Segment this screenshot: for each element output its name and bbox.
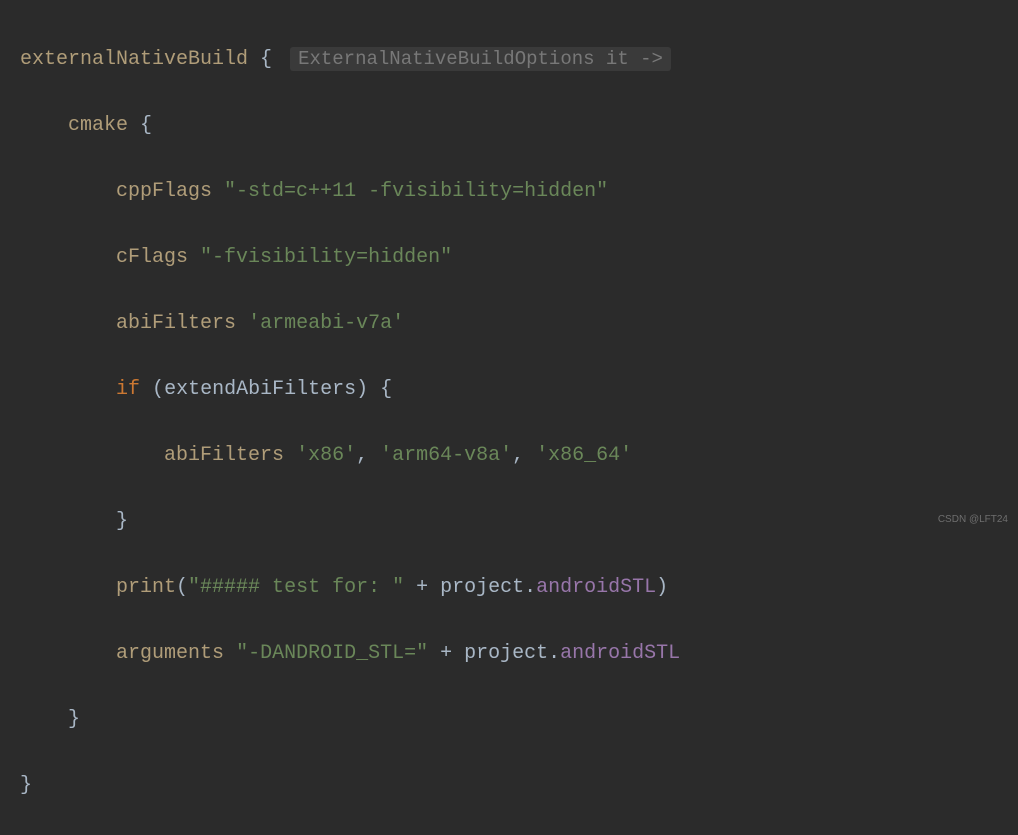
code-line-12: } [20,769,998,802]
code-line-4: cFlags "-fvisibility=hidden" [20,241,998,274]
comma: , [512,444,536,467]
string-literal: "-fvisibility=hidden" [200,246,452,269]
code-editor[interactable]: externalNativeBuild { ExternalNativeBuil… [20,10,998,835]
close-brace: } [20,774,32,797]
string-literal: 'arm64-v8a' [380,444,512,467]
indent [20,576,116,599]
paren-close: ) [356,378,368,401]
open-brace: { [128,114,152,137]
indent [20,444,164,467]
paren-open: ( [176,576,188,599]
close-brace: } [116,510,128,533]
code-line-3: cppFlags "-std=c++11 -fvisibility=hidden… [20,175,998,208]
method-abiFilters: abiFilters [116,312,236,335]
operator-plus: + [404,576,440,599]
dot: . [524,576,536,599]
code-line-7: abiFilters 'x86', 'arm64-v8a', 'x86_64' [20,439,998,472]
string-literal: "-DANDROID_STL=" [236,642,428,665]
indent [20,312,116,335]
indent [20,510,116,533]
comma: , [356,444,380,467]
identifier-project: project [440,576,524,599]
method-externalNativeBuild: externalNativeBuild [20,48,248,71]
watermark: CSDN @LFT24 [938,512,1008,529]
code-line-6: if (extendAbiFilters) { [20,373,998,406]
property-androidSTL: androidSTL [536,576,656,599]
indent [20,180,116,203]
keyword-if: if [116,378,140,401]
space [188,246,200,269]
string-literal: 'x86' [296,444,356,467]
paren-close: ) [656,576,668,599]
method-cppFlags: cppFlags [116,180,212,203]
code-line-11: } [20,703,998,736]
method-cmake: cmake [68,114,128,137]
indent [20,708,68,731]
space [212,180,224,203]
identifier-project: project [464,642,548,665]
indent [20,246,116,269]
code-line-2: cmake { [20,109,998,142]
code-line-8: } [20,505,998,538]
indent [20,114,68,137]
identifier-extendAbiFilters: extendAbiFilters [164,378,356,401]
paren-open: ( [152,378,164,401]
operator-plus: + [428,642,464,665]
space [224,642,236,665]
string-literal: "##### test for: " [188,576,404,599]
space [284,444,296,467]
code-line-5: abiFilters 'armeabi-v7a' [20,307,998,340]
property-androidSTL: androidSTL [560,642,680,665]
indent [20,378,116,401]
indent [20,642,116,665]
open-brace: { [248,48,272,71]
string-literal: 'armeabi-v7a' [248,312,404,335]
open-brace: { [368,378,392,401]
method-cFlags: cFlags [116,246,188,269]
space [236,312,248,335]
method-print: print [116,576,176,599]
inline-hint: ExternalNativeBuildOptions it -> [290,47,671,71]
dot: . [548,642,560,665]
close-brace: } [68,708,80,731]
code-line-9: print("##### test for: " + project.andro… [20,571,998,604]
string-literal: 'x86_64' [536,444,632,467]
space [140,378,152,401]
method-arguments: arguments [116,642,224,665]
code-line-10: arguments "-DANDROID_STL=" + project.and… [20,637,998,670]
code-line-1: externalNativeBuild { ExternalNativeBuil… [20,43,998,76]
method-abiFilters: abiFilters [164,444,284,467]
string-literal: "-std=c++11 -fvisibility=hidden" [224,180,608,203]
